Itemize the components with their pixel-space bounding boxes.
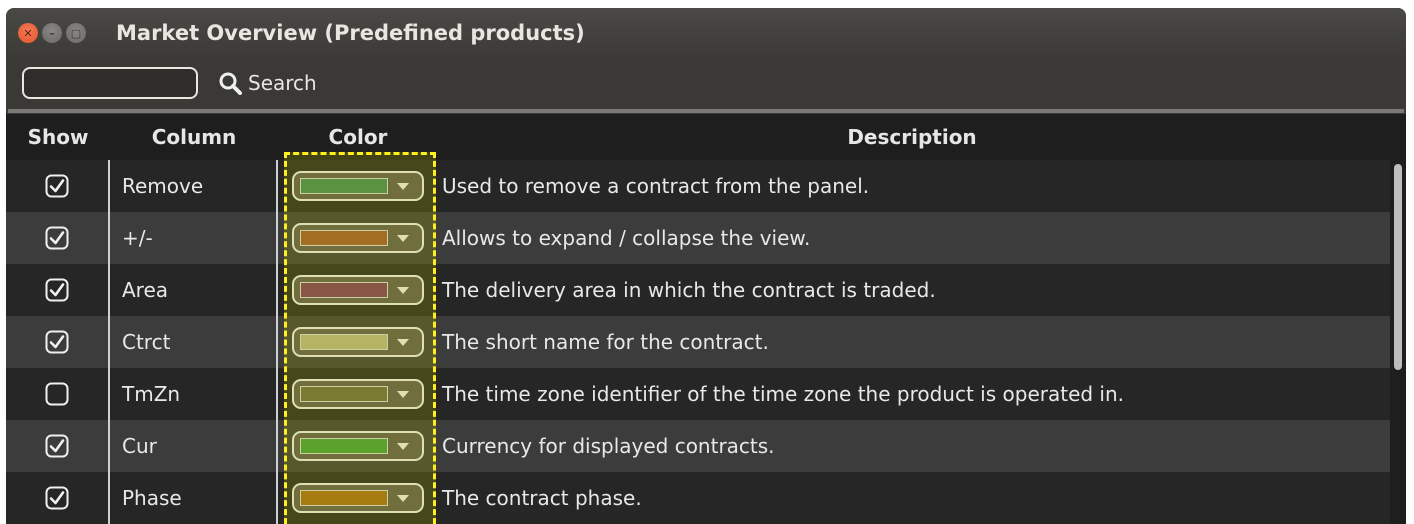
column-description: Allows to expand / collapse the view. (442, 226, 811, 250)
table-row[interactable]: +/- Allows to expand / collapse the view. (6, 212, 1390, 264)
chevron-down-icon[interactable] (392, 385, 414, 403)
column-name: +/- (110, 212, 278, 264)
table-row[interactable]: Ctrct The short name for the contract. (6, 316, 1390, 368)
color-picker[interactable] (292, 379, 424, 409)
column-description: The delivery area in which the contract … (442, 278, 936, 302)
color-cell (278, 264, 438, 316)
scrollbar-thumb[interactable] (1394, 164, 1402, 370)
maximize-icon[interactable]: ▢ (66, 23, 86, 43)
show-cell (6, 160, 110, 212)
chevron-down-icon[interactable] (392, 437, 414, 455)
vertical-scrollbar[interactable] (1390, 160, 1406, 524)
close-icon[interactable]: ✕ (18, 23, 38, 43)
show-cell (6, 420, 110, 472)
color-picker[interactable] (292, 431, 424, 461)
color-cell (278, 472, 438, 524)
checkbox-icon[interactable] (45, 278, 69, 302)
table-row[interactable]: Remove Used to remove a contract from the… (6, 160, 1390, 212)
column-name: Area (110, 264, 278, 316)
column-name: Cur (110, 420, 278, 472)
chevron-down-icon[interactable] (392, 177, 414, 195)
column-description: Currency for displayed contracts. (442, 434, 775, 458)
color-swatch (300, 334, 388, 350)
column-description: Used to remove a contract from the panel… (442, 174, 870, 198)
header-color[interactable]: Color (278, 125, 438, 149)
search-bar: Search (6, 58, 1406, 108)
color-swatch (300, 282, 388, 298)
checkbox-icon[interactable] (45, 434, 69, 458)
color-cell (278, 368, 438, 420)
checkbox-icon[interactable] (45, 486, 69, 510)
color-swatch (300, 178, 388, 194)
table-row[interactable]: Cur Currency for displayed contracts. (6, 420, 1390, 472)
column-name: Remove (110, 160, 278, 212)
show-cell (6, 368, 110, 420)
checkbox-icon[interactable] (45, 174, 69, 198)
color-swatch (300, 386, 388, 402)
show-cell (6, 316, 110, 368)
column-description: The contract phase. (442, 486, 642, 510)
header-show[interactable]: Show (6, 125, 110, 149)
app-window: ✕ – ▢ Market Overview (Predefined produc… (6, 8, 1406, 524)
table-row[interactable]: Phase The contract phase. (6, 472, 1390, 524)
column-name: TmZn (110, 368, 278, 420)
search-icon[interactable] (218, 71, 242, 95)
search-input[interactable] (22, 67, 198, 99)
color-cell (278, 420, 438, 472)
table-header: Show Column Color Description (6, 114, 1406, 160)
column-description: The time zone identifier of the time zon… (442, 382, 1125, 406)
minimize-icon[interactable]: – (42, 23, 62, 43)
divider (8, 109, 1404, 113)
checkbox-icon[interactable] (45, 382, 69, 406)
chevron-down-icon[interactable] (392, 333, 414, 351)
column-description: The short name for the contract. (442, 330, 769, 354)
chevron-down-icon[interactable] (392, 281, 414, 299)
color-swatch (300, 490, 388, 506)
color-picker[interactable] (292, 223, 424, 253)
checkbox-icon[interactable] (45, 330, 69, 354)
color-swatch (300, 438, 388, 454)
color-swatch (300, 230, 388, 246)
show-cell (6, 472, 110, 524)
chevron-down-icon[interactable] (392, 229, 414, 247)
search-label[interactable]: Search (248, 71, 317, 95)
chevron-down-icon[interactable] (392, 489, 414, 507)
column-name: Ctrct (110, 316, 278, 368)
color-cell (278, 160, 438, 212)
checkbox-icon[interactable] (45, 226, 69, 250)
color-cell (278, 212, 438, 264)
color-picker[interactable] (292, 327, 424, 357)
show-cell (6, 212, 110, 264)
header-description[interactable]: Description (438, 125, 1406, 149)
window-title: Market Overview (Predefined products) (116, 21, 585, 45)
titlebar: ✕ – ▢ Market Overview (Predefined produc… (6, 8, 1406, 58)
table-row[interactable]: TmZn The time zone identifier of the time… (6, 368, 1390, 420)
color-picker[interactable] (292, 275, 424, 305)
table-row[interactable]: Area The delivery area in which the contr… (6, 264, 1390, 316)
column-name: Phase (110, 472, 278, 524)
header-column[interactable]: Column (110, 125, 278, 149)
color-picker[interactable] (292, 483, 424, 513)
color-picker[interactable] (292, 171, 424, 201)
show-cell (6, 264, 110, 316)
color-cell (278, 316, 438, 368)
